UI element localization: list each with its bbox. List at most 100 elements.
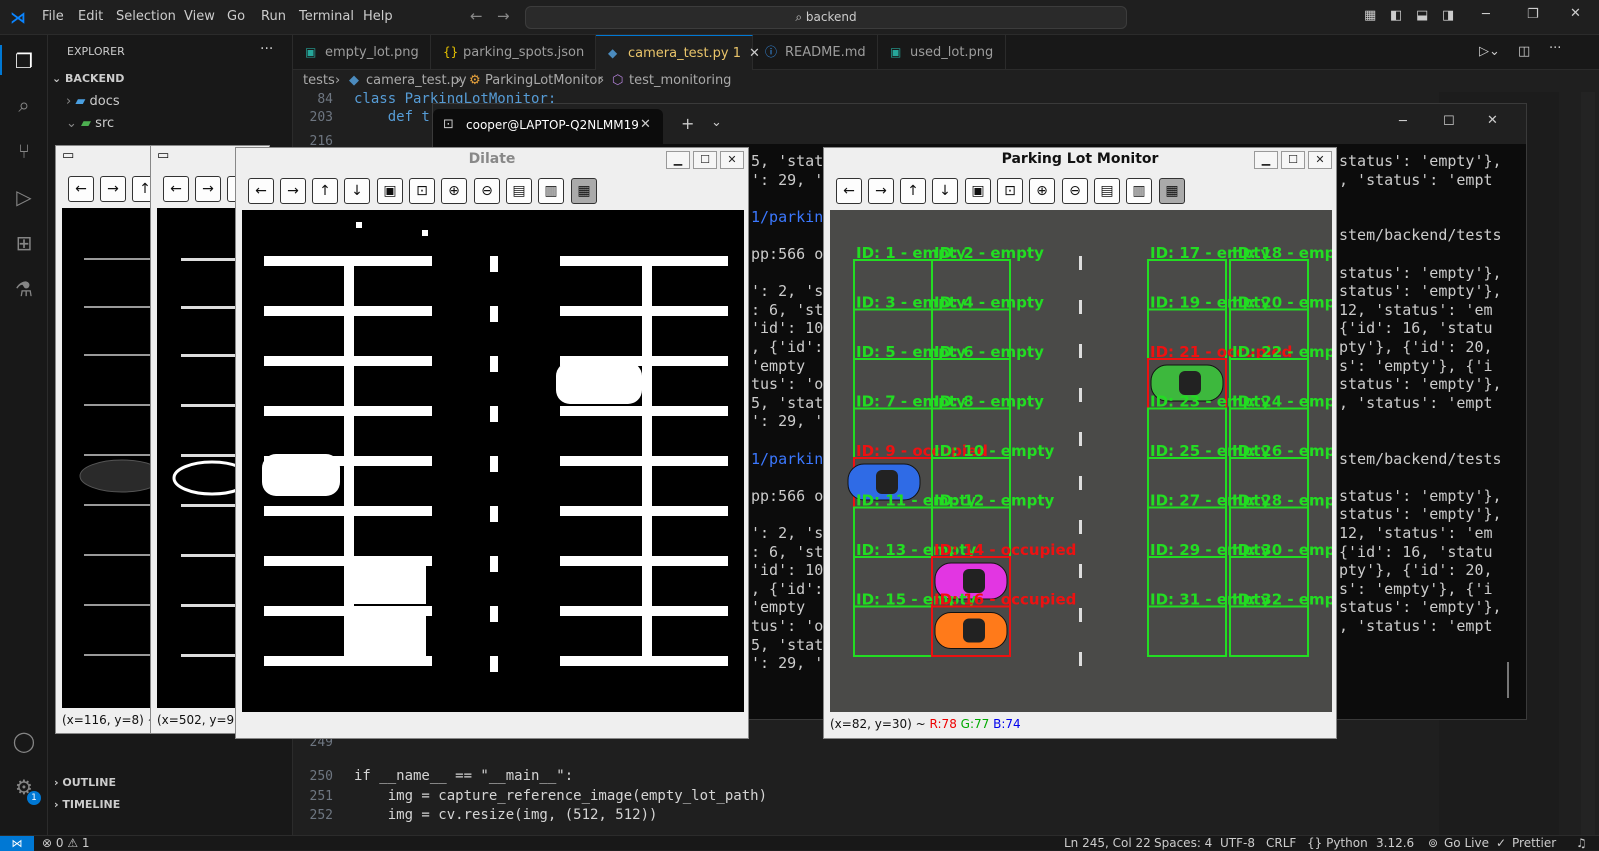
minimize-icon[interactable]: ─ [1482,7,1490,22]
testing-icon[interactable]: ⚗ [12,277,36,301]
search-icon[interactable]: ⌕ [12,93,36,117]
run-file-icon[interactable]: ▷⌄ [1479,44,1500,59]
maximize-icon[interactable]: ☐ [1443,114,1455,129]
outline-section[interactable]: › OUTLINE [54,776,116,789]
pan-left-icon[interactable]: ← [68,176,94,202]
pan-right-icon[interactable]: → [195,176,221,202]
source-control-icon[interactable]: ⑂ [12,139,36,163]
window-menu-icon[interactable]: ▭ [157,148,169,163]
language-mode[interactable]: {} Python [1307,836,1368,851]
timeline-section[interactable]: › TIMELINE [54,798,120,811]
copy-clipboard-icon[interactable]: ▥ [1126,178,1152,204]
forward-arrow-icon[interactable]: → [497,7,510,25]
breadcrumb-item[interactable]: camera_test.py [366,70,467,92]
minimize-icon[interactable]: ▁ [666,151,690,169]
properties-icon[interactable]: ▦ [571,178,597,204]
pan-left-icon[interactable]: ← [248,178,274,204]
menu-edit[interactable]: Edit [78,9,103,24]
toggle-secondary-sidebar-icon[interactable]: ◨ [1442,8,1454,23]
close-tab-icon[interactable]: ✕ [640,117,651,132]
tab-used-lot[interactable]: ▣ used_lot.png [878,35,1006,70]
command-search-input[interactable]: ⌕ backend [525,6,1127,29]
window-menu-icon[interactable]: ▭ [62,148,74,163]
restore-icon[interactable]: ❐ [1527,7,1539,22]
tab-empty-lot[interactable]: ▣ empty_lot.png [293,35,431,70]
terminal-scrollbar[interactable] [1507,662,1509,698]
more-actions-icon[interactable]: ··· [1549,41,1561,56]
new-tab-icon[interactable]: + [681,114,694,133]
customize-layout-icon[interactable]: ▦ [1364,8,1376,23]
encoding[interactable]: UTF-8 [1220,836,1255,851]
close-icon[interactable]: ✕ [1308,151,1332,169]
problems-indicator[interactable]: ⊗ 0 ⚠ 1 [42,836,90,851]
menu-help[interactable]: Help [363,9,393,24]
remote-indicator[interactable]: ⋈ [0,836,34,851]
back-arrow-icon[interactable]: ← [470,7,483,25]
line-endings[interactable]: CRLF [1266,836,1296,851]
pan-right-icon[interactable]: → [868,178,894,204]
extensions-icon[interactable]: ⊞ [12,231,36,255]
toggle-sidebar-icon[interactable]: ◧ [1390,8,1402,23]
close-icon[interactable]: ✕ [720,151,744,169]
pan-down-icon[interactable]: ↓ [344,178,370,204]
pan-up-icon[interactable]: ↑ [312,178,338,204]
breadcrumb-item[interactable]: ParkingLotMonitor [485,70,603,92]
bell-icon[interactable]: ♫ [1576,836,1587,851]
menu-view[interactable]: View [184,9,215,24]
tree-item-src[interactable]: ⌄ ▰ src [66,116,114,131]
pan-right-icon[interactable]: → [280,178,306,204]
minimize-icon[interactable]: ▁ [1254,151,1278,169]
breadcrumb-item[interactable]: test_monitoring [629,70,731,92]
zoom-image-icon[interactable]: ▣ [965,178,991,204]
dilate-image[interactable] [242,210,744,712]
breadcrumb-item[interactable]: tests [303,70,335,92]
zoom-image-icon[interactable]: ▣ [377,178,403,204]
terminal-tab[interactable]: ⊡ cooper@LAPTOP-Q2NLMM19 ✕ [433,109,663,144]
zoom-out-icon[interactable]: ⊖ [474,178,500,204]
account-icon[interactable]: ◯ [12,729,36,753]
indentation[interactable]: Spaces: 4 [1154,836,1212,851]
properties-icon[interactable]: ▦ [1159,178,1185,204]
run-debug-icon[interactable]: ▷ [12,185,36,209]
maximize-icon[interactable]: ☐ [693,151,717,169]
save-icon[interactable]: ▤ [506,178,532,204]
menu-run[interactable]: Run [261,9,286,24]
zoom-in-icon[interactable]: ⊕ [1029,178,1055,204]
maximize-icon[interactable]: ☐ [1281,151,1305,169]
split-editor-icon[interactable]: ◫ [1518,44,1530,59]
parking-lot-image[interactable]: ID: 1 - empty ID: 2 - empty ID: 3 - empty I… [830,210,1332,712]
folder-root[interactable]: ⌄ BACKEND [52,72,124,85]
close-icon[interactable]: ✕ [1570,6,1581,21]
pan-left-icon[interactable]: ← [163,176,189,202]
pan-right-icon[interactable]: → [100,176,126,202]
copy-clipboard-icon[interactable]: ▥ [538,178,564,204]
cv-window-dilate[interactable]: ▭ Dilate ▁☐✕ ← → ↑ ↓ ▣ ⊡ ⊕ ⊖ ▤ ▥ ▦ [235,147,749,739]
tab-camera-test[interactable]: ◆ camera_test.py 1 ✕ [596,35,760,70]
minimize-icon[interactable]: ─ [1399,114,1407,129]
menu-terminal[interactable]: Terminal [299,9,354,24]
zoom-fit-icon[interactable]: ⊡ [997,178,1023,204]
scrollbar[interactable] [1581,92,1595,835]
pan-left-icon[interactable]: ← [836,178,862,204]
cursor-position[interactable]: Ln 245, Col 22 [1064,836,1151,851]
tree-item-docs[interactable]: › ▰ docs [66,94,120,109]
menu-go[interactable]: Go [227,9,245,24]
menu-selection[interactable]: Selection [116,9,176,24]
save-icon[interactable]: ▤ [1094,178,1120,204]
zoom-fit-icon[interactable]: ⊡ [409,178,435,204]
python-version[interactable]: 3.12.6 [1376,836,1414,851]
more-actions-icon[interactable]: ··· [260,41,273,57]
tab-readme[interactable]: ⓘ README.md [753,35,878,70]
pan-down-icon[interactable]: ↓ [932,178,958,204]
explorer-icon[interactable]: ❐ [12,49,36,73]
zoom-out-icon[interactable]: ⊖ [1062,178,1088,204]
pan-up-icon[interactable]: ↑ [900,178,926,204]
toggle-panel-icon[interactable]: ⬓ [1416,8,1428,23]
cv-window-parking-monitor[interactable]: ▭ Parking Lot Monitor ▁☐✕ ← → ↑ ↓ ▣ ⊡ ⊕ … [823,147,1337,739]
chevron-down-icon[interactable]: ⌄ [711,115,722,130]
prettier[interactable]: Prettier [1512,836,1556,851]
tab-parking-spots[interactable]: {} parking_spots.json [431,35,596,70]
go-live[interactable]: Go Live [1444,836,1489,851]
menu-file[interactable]: File [42,9,64,24]
zoom-in-icon[interactable]: ⊕ [441,178,467,204]
